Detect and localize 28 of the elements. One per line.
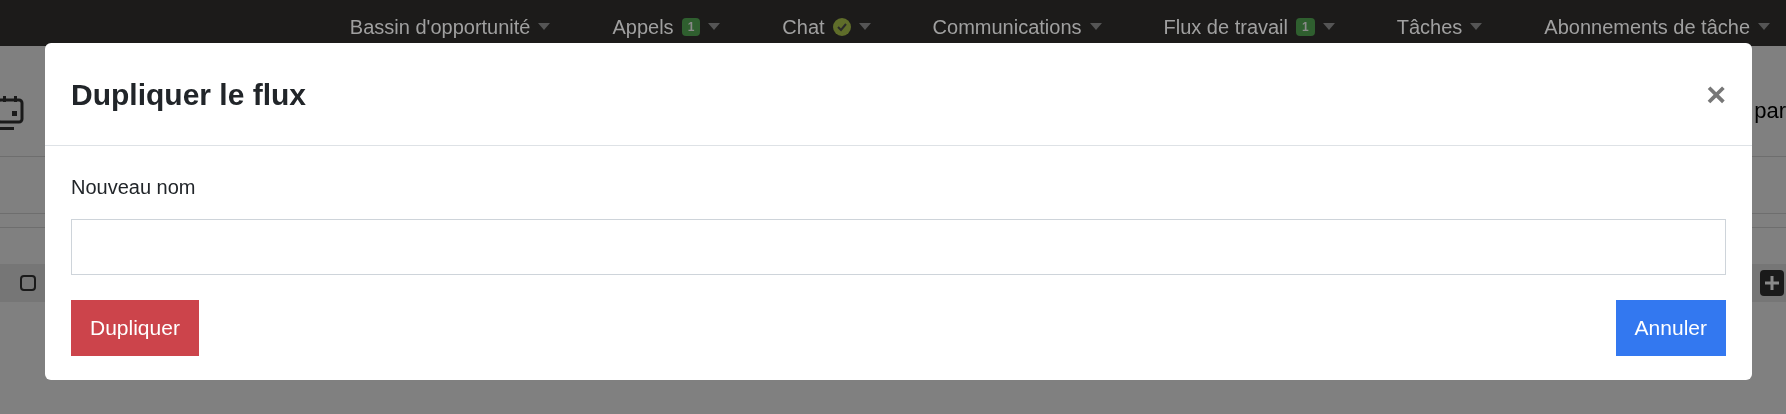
caret-icon bbox=[1758, 23, 1770, 31]
count-badge: 1 bbox=[1296, 18, 1315, 36]
caret-icon bbox=[708, 23, 721, 31]
caret-icon bbox=[1089, 23, 1102, 31]
check-icon bbox=[832, 18, 851, 36]
nav-link[interactable]: Tâches bbox=[1396, 16, 1463, 38]
caret-icon bbox=[1322, 23, 1335, 31]
count-badge: 1 bbox=[681, 18, 701, 36]
plus-icon bbox=[1765, 276, 1779, 290]
caret-icon bbox=[1470, 23, 1483, 31]
row-checkbox[interactable] bbox=[20, 275, 36, 291]
nav-link[interactable]: Abonnements de tâche bbox=[1544, 16, 1750, 38]
caret-icon bbox=[858, 23, 871, 31]
calendar-icon bbox=[0, 96, 24, 132]
nav-link[interactable]: Flux de travail bbox=[1163, 16, 1288, 38]
add-button[interactable] bbox=[1760, 270, 1784, 296]
duplicate-button[interactable]: Dupliquer bbox=[71, 300, 199, 356]
nav-link[interactable]: Chat bbox=[782, 16, 825, 38]
nav-link[interactable]: Bassin d'opportunité bbox=[349, 16, 531, 38]
field-label: Nouveau nom bbox=[71, 175, 197, 200]
caret-icon bbox=[538, 23, 551, 31]
dialog-title: Dupliquer le flux bbox=[71, 76, 307, 113]
name-input[interactable] bbox=[71, 219, 1726, 275]
nav-link[interactable]: Communications bbox=[932, 16, 1082, 38]
nav-link[interactable]: Appels bbox=[612, 16, 674, 38]
cancel-button[interactable]: Annuler bbox=[1615, 300, 1726, 356]
close-button[interactable]: × bbox=[1706, 77, 1726, 111]
page-text: par bbox=[1754, 97, 1786, 125]
